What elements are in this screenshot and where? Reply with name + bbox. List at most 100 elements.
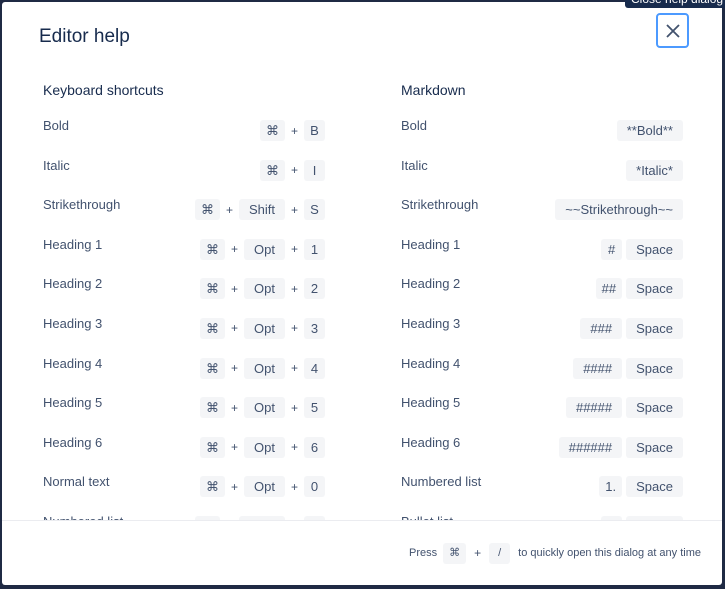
key-cap: Opt (244, 317, 285, 339)
key-cap: Opt (244, 436, 285, 458)
key-cap: **Bold** (616, 120, 683, 141)
plus-sign: + (231, 479, 239, 494)
shortcut-row: Numbered list 1. Space (401, 474, 683, 514)
editor-help-dialog: Editor help Keyboard shortcuts Bold ⌘ + B It… (2, 2, 722, 585)
shortcut-keys: ~~Strikethrough~~ (555, 199, 683, 221)
shortcut-keys: ###### Space (558, 436, 683, 458)
shortcut-keys: **Bold** (616, 120, 683, 141)
shortcut-row: Heading 1 ⌘ + Opt +1 (43, 237, 325, 277)
key-cap: Space (626, 238, 683, 260)
key-cap: Space (626, 357, 683, 379)
key-cap: Space (626, 278, 683, 300)
key-cap: ⌘ (200, 317, 225, 339)
key-cap: 3 (304, 317, 325, 339)
key-cap: 1 (304, 238, 325, 260)
shortcut-label: Heading 2 (401, 276, 461, 292)
key-cap: 4 (304, 357, 325, 379)
shortcut-label: Heading 5 (401, 395, 461, 411)
key-cap: Space (626, 436, 683, 458)
shortcut-row: Heading 3 ⌘ + Opt +3 (43, 316, 325, 356)
shortcut-row: Heading 2 ## Space (401, 276, 683, 316)
shortcut-keys: ### Space (580, 317, 683, 339)
shortcut-row: Heading 5 ##### Space (401, 395, 683, 435)
shortcut-label: Strikethrough (43, 197, 121, 213)
key-cap: ⌘ (200, 357, 225, 379)
shortcut-label: Numbered list (401, 474, 482, 490)
key-cap: Space (626, 476, 683, 498)
shortcut-keys: ## Space (595, 278, 683, 300)
key-cap: ⌘ (194, 199, 220, 221)
plus-sign: + (231, 400, 239, 415)
dialog-footer: Press ⌘ + / to quickly open this dialog … (2, 520, 722, 585)
shortcut-row: Heading 1 # Space (401, 237, 683, 277)
plus-sign: + (290, 479, 298, 494)
shortcut-keys: # Space (601, 238, 683, 260)
key-cap: ⌘ (259, 120, 285, 141)
key-cap: ⌘ (259, 159, 285, 181)
keyboard-shortcuts-heading: Keyboard shortcuts (43, 82, 164, 98)
markdown-heading: Markdown (401, 82, 466, 98)
shortcut-keys: ⌘ + Opt +1 (200, 238, 325, 260)
plus-sign: + (290, 281, 298, 296)
shortcut-row: Italic *Italic* (401, 158, 683, 198)
key-cap: ###### (558, 436, 623, 458)
shortcut-label: Heading 4 (43, 355, 103, 371)
shortcut-row: Heading 6 ⌘ + Opt +6 (43, 435, 325, 475)
close-button[interactable] (656, 13, 689, 48)
shortcut-label: Heading 2 (43, 276, 103, 292)
dialog-title: Editor help (39, 26, 130, 47)
shortcut-label: Italic (43, 157, 70, 173)
key-cap: ### (580, 317, 623, 339)
shortcut-keys: ⌘ + I (259, 159, 325, 181)
plus-sign: + (290, 242, 298, 257)
key-cap: ⌘ (200, 476, 225, 498)
shortcut-row: Strikethrough ⌘ + Shift + S (43, 197, 325, 237)
key-cap: Opt (244, 357, 285, 379)
shortcut-row: Normal text ⌘ + Opt +0 (43, 474, 325, 514)
key-cap: ~~Strikethrough~~ (555, 199, 683, 221)
shortcut-keys: ⌘ + Opt +4 (200, 357, 325, 379)
plus-sign: + (231, 321, 239, 336)
shortcut-row: Heading 4 ⌘ + Opt +4 (43, 356, 325, 396)
shortcut-keys: *Italic* (626, 159, 683, 181)
key-cap: ##### (565, 397, 623, 419)
plus-sign: + (290, 202, 298, 217)
shortcut-label: Normal text (43, 474, 110, 490)
plus-sign: + (231, 281, 239, 296)
shortcut-keys: ⌘ + B (259, 120, 325, 141)
shortcut-label: Heading 3 (43, 315, 103, 331)
key-cap: 0 (304, 476, 325, 498)
plus-sign: + (231, 361, 239, 376)
close-icon (665, 23, 680, 38)
shortcut-row: Strikethrough ~~Strikethrough~~ (401, 197, 683, 237)
shortcut-row: Heading 3 ### Space (401, 316, 683, 356)
key-cap: 5 (304, 397, 325, 419)
shortcut-label: Heading 6 (401, 434, 461, 450)
shortcut-label: Bold (43, 118, 70, 133)
key-cap: 2 (304, 278, 325, 300)
shortcut-list[interactable]: Keyboard shortcuts Bold ⌘ + B Italic ⌘ + I Strik… (2, 72, 722, 520)
shortcut-row: Italic ⌘ + I (43, 158, 325, 198)
shortcut-keys: #### Space (573, 357, 683, 379)
footer-plus: + (474, 546, 482, 560)
plus-sign: + (290, 123, 298, 138)
shortcut-row: Bold **Bold** (401, 118, 683, 158)
close-tooltip: Close help dialog (625, 0, 725, 8)
key-cap: # (601, 238, 623, 260)
shortcut-row: Heading 4 #### Space (401, 356, 683, 396)
shortcut-row: Heading 6 ###### Space (401, 435, 683, 475)
key-cap: Space (626, 397, 683, 419)
key-cap: ⌘ (200, 436, 225, 458)
keyboard-shortcuts-column: Keyboard shortcuts Bold ⌘ + B Italic ⌘ + I Strik… (43, 82, 325, 520)
key-cap: Shift (238, 199, 285, 221)
key-cap: ⌘ (200, 238, 225, 260)
shortcut-keys: ⌘ + Opt +6 (200, 436, 325, 458)
shortcut-keys: 1. Space (599, 476, 683, 498)
key-cap: ## (595, 278, 623, 300)
shortcut-row: Bold ⌘ + B (43, 118, 325, 158)
key-cap: Opt (244, 476, 285, 498)
key-cap: #### (573, 357, 623, 379)
key-cap: I (304, 159, 325, 181)
plus-sign: + (290, 321, 298, 336)
shortcut-label: Strikethrough (401, 197, 479, 213)
